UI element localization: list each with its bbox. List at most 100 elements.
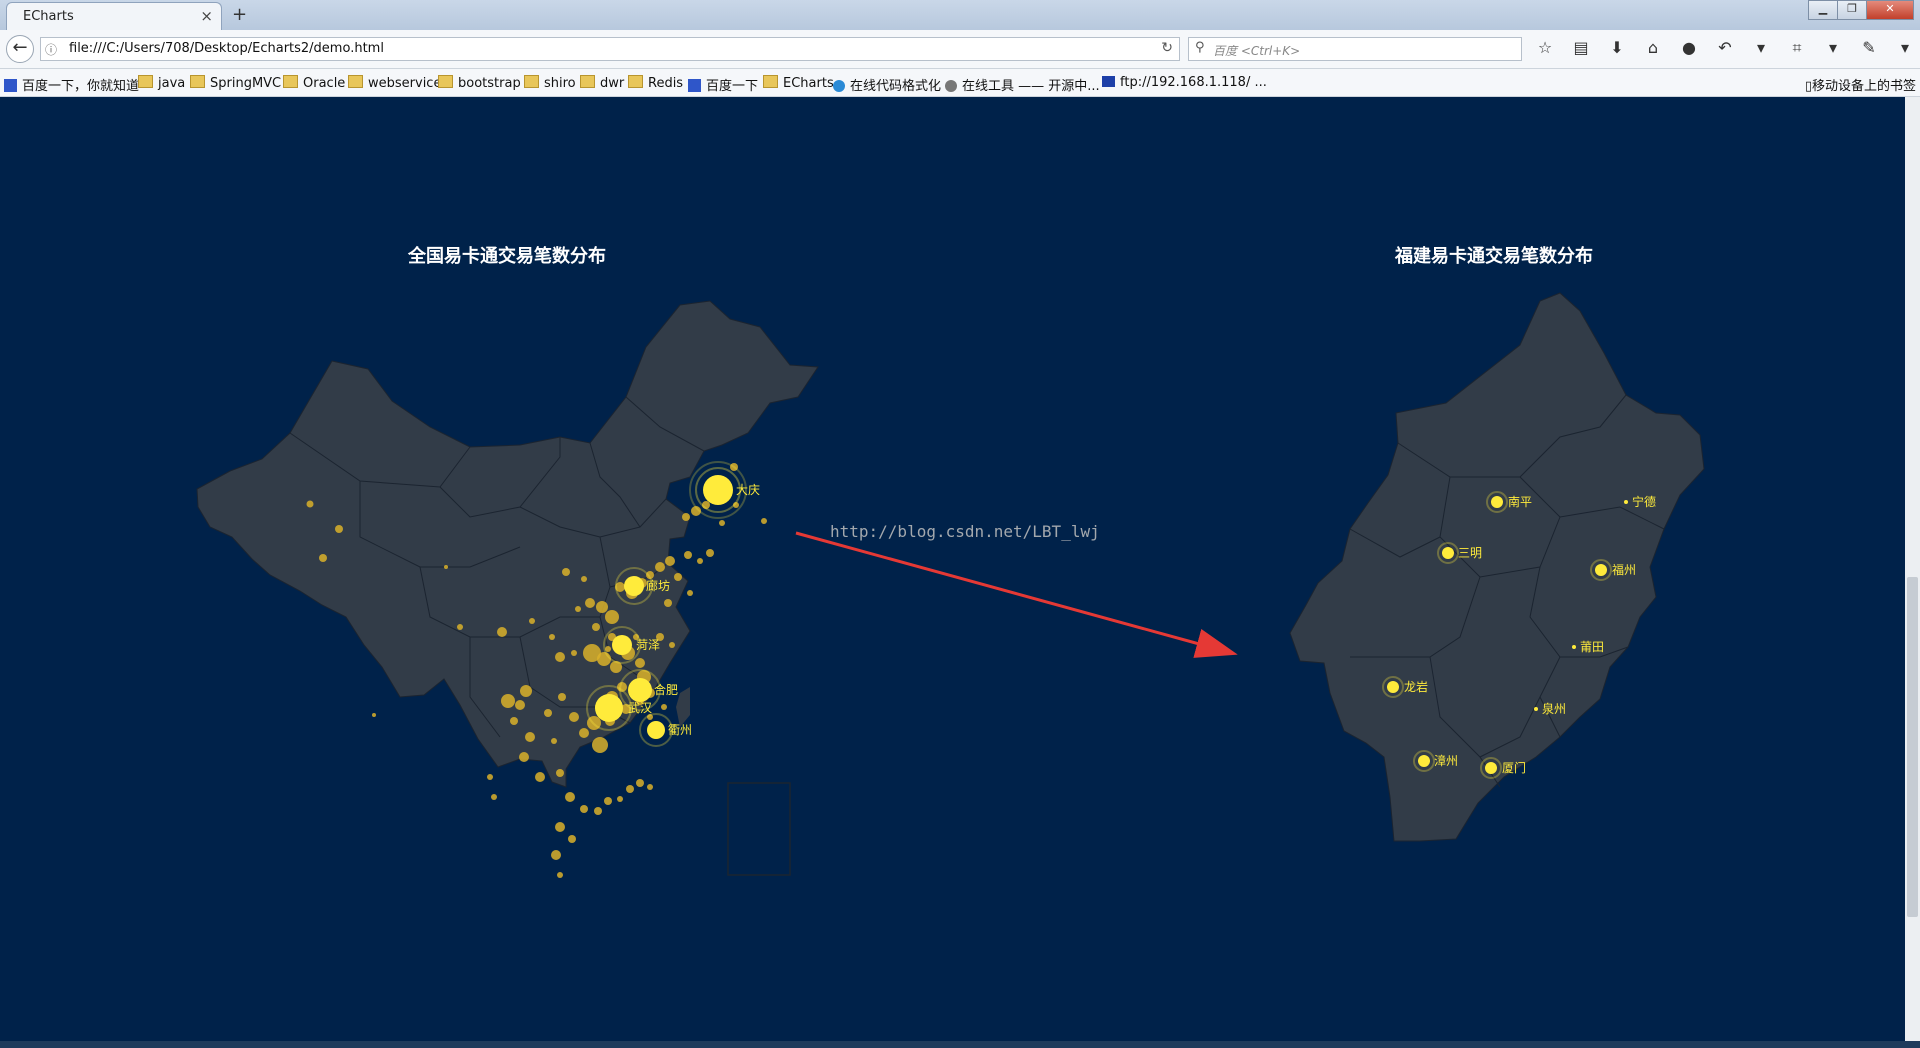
city-point-langfang[interactable] xyxy=(624,576,644,596)
bookmark-item[interactable]: ECharts xyxy=(763,75,834,91)
bookmark-item[interactable]: Oracle xyxy=(283,75,345,91)
folder-icon xyxy=(190,75,205,88)
city-label-heze: 菏泽 xyxy=(636,638,660,652)
bookmark-star-icon[interactable]: ☆ xyxy=(1534,38,1556,58)
bookmark-item[interactable]: java xyxy=(138,75,185,91)
browser-tab[interactable]: ECharts × xyxy=(6,2,222,30)
search-input[interactable]: ⚲ 百度 <Ctrl+K> xyxy=(1188,37,1522,61)
scrollbar-thumb[interactable] xyxy=(1907,577,1918,917)
reading-list-icon[interactable]: ▤ xyxy=(1570,38,1592,58)
folder-icon xyxy=(438,75,453,88)
search-icon: ⚲ xyxy=(1195,40,1205,55)
china-land xyxy=(196,300,819,788)
minimize-button[interactable]: ▁ xyxy=(1808,0,1838,20)
city-point-ningde[interactable] xyxy=(1624,500,1628,504)
city-point-longyan[interactable] xyxy=(1387,681,1399,693)
folder-icon xyxy=(138,75,153,88)
info-icon[interactable]: ⓘ xyxy=(45,41,57,58)
city-label-fuzhou: 福州 xyxy=(1612,562,1636,577)
city-point-putian[interactable] xyxy=(1572,645,1576,649)
taiwan-island xyxy=(676,687,690,727)
city-point-nanping[interactable] xyxy=(1491,496,1503,508)
bookmark-item[interactable]: 在线代码格式化 xyxy=(833,75,941,94)
reload-icon[interactable]: ↻ xyxy=(1161,40,1173,56)
city-label-quzhou: 衢州 xyxy=(668,723,692,737)
folder-icon xyxy=(348,75,363,88)
china-map[interactable] xyxy=(196,300,819,876)
globe-icon xyxy=(945,80,957,92)
bookmark-item[interactable]: SpringMVC xyxy=(190,75,281,91)
city-point-quanzhou[interactable] xyxy=(1534,707,1538,711)
url-bar[interactable]: ⓘ file:///C:/Users/708/Desktop/Echarts2/… xyxy=(40,37,1180,61)
dropdown-icon-2[interactable]: ▾ xyxy=(1822,38,1844,58)
bookmark-item[interactable]: 百度一下，你就知道 xyxy=(4,75,139,94)
city-label-sanming: 三明 xyxy=(1458,546,1482,560)
maximize-button[interactable]: ❐ xyxy=(1837,0,1867,20)
bookmark-item[interactable]: Redis xyxy=(628,75,683,91)
mobile-bookmarks[interactable]: ▯移动设备上的书签 xyxy=(1805,75,1916,94)
bookmark-item[interactable]: 在线工具 —— 开源中... xyxy=(945,75,1100,94)
mobile-device-icon: ▯ xyxy=(1804,79,1812,94)
bookmark-item[interactable]: bootstrap xyxy=(438,75,521,91)
city-label-xiamen: 厦门 xyxy=(1502,760,1526,775)
watermark-text: http://blog.csdn.net/LBT_lwj xyxy=(830,522,1100,541)
folder-icon xyxy=(628,75,643,88)
city-point-xiamen[interactable] xyxy=(1485,762,1497,774)
url-text[interactable]: file:///C:/Users/708/Desktop/Echarts2/de… xyxy=(69,41,384,56)
city-point-hefei[interactable] xyxy=(628,678,652,702)
south-china-sea-inset xyxy=(727,782,791,876)
vertical-scrollbar[interactable] xyxy=(1905,97,1920,1041)
city-label-wuhan: 武汉 xyxy=(628,701,652,715)
back-button[interactable]: ← xyxy=(6,35,34,63)
tab-title: ECharts xyxy=(23,9,74,24)
city-point-fuzhou[interactable] xyxy=(1595,564,1607,576)
city-point-heze[interactable] xyxy=(612,635,632,655)
bookmark-item[interactable]: ftp://192.168.1.118/ ... xyxy=(1102,75,1267,90)
folder-icon xyxy=(283,75,298,88)
globe-icon xyxy=(833,80,845,92)
dropdown-icon[interactable]: ▾ xyxy=(1750,38,1772,58)
arrow xyxy=(795,531,1238,658)
monitor-icon xyxy=(1102,76,1115,87)
baidu-icon xyxy=(688,79,701,92)
crop-icon[interactable]: ⌗ xyxy=(1786,38,1808,58)
navigation-bar: ← ⓘ file:///C:/Users/708/Desktop/Echarts… xyxy=(0,30,1920,69)
bookmark-item[interactable]: 百度一下 xyxy=(688,75,758,94)
bookmark-item[interactable]: dwr xyxy=(580,75,624,91)
download-icon[interactable]: ⬇ xyxy=(1606,38,1628,58)
city-point-daqing[interactable] xyxy=(703,475,733,505)
bookmark-item[interactable]: webservice xyxy=(348,75,441,91)
city-label-langfang: 廊坊 xyxy=(646,578,670,593)
undo-icon[interactable]: ↶ xyxy=(1714,38,1736,58)
dropdown-icon-3[interactable]: ▾ xyxy=(1894,38,1916,58)
city-label-zhangzhou: 漳州 xyxy=(1434,753,1458,768)
search-placeholder: 百度 <Ctrl+K> xyxy=(1213,44,1301,58)
folder-icon xyxy=(580,75,595,88)
city-point-sanming[interactable] xyxy=(1442,547,1454,559)
city-point-zhangzhou[interactable] xyxy=(1418,755,1430,767)
home-icon[interactable]: ⌂ xyxy=(1642,38,1664,58)
toolbar-icons: ☆ ▤ ⬇ ⌂ ● ↶ ▾ ⌗ ▾ ✎ ▾ ☰ xyxy=(1534,38,1920,58)
folder-icon xyxy=(524,75,539,88)
bookmarks-bar: 百度一下，你就知道 java SpringMVC Oracle webservi… xyxy=(0,69,1920,97)
city-label-nanping: 南平 xyxy=(1508,494,1532,509)
city-point-quzhou[interactable] xyxy=(647,721,665,739)
tools-icon[interactable]: ✎ xyxy=(1858,38,1880,58)
city-label-hefei: 合肥 xyxy=(654,682,678,697)
maps-canvas: 大庆 廊坊 菏泽 合肥 武汉 衢州 http://blog.csdn.net/L… xyxy=(196,292,1705,878)
city-label-longyan: 龙岩 xyxy=(1404,679,1428,694)
new-tab-button[interactable]: + xyxy=(232,4,247,25)
tab-close-icon[interactable]: × xyxy=(200,7,213,25)
bookmark-item[interactable]: shiro xyxy=(524,75,576,91)
city-point-wuhan[interactable] xyxy=(595,694,623,722)
city-label-putian: 莆田 xyxy=(1580,640,1604,654)
windows-taskbar xyxy=(0,1041,1920,1048)
city-label-daqing: 大庆 xyxy=(736,483,760,497)
city-label-ningde: 宁德 xyxy=(1632,494,1656,509)
close-window-button[interactable]: ✕ xyxy=(1866,0,1914,20)
chat-icon[interactable]: ● xyxy=(1678,38,1700,58)
back-arrow-icon: ← xyxy=(12,37,28,58)
browser-titlebar: ECharts × + ▁ ❐ ✕ xyxy=(0,0,1920,30)
folder-icon xyxy=(763,75,778,88)
window-controls: ▁ ❐ ✕ xyxy=(1808,0,1914,20)
